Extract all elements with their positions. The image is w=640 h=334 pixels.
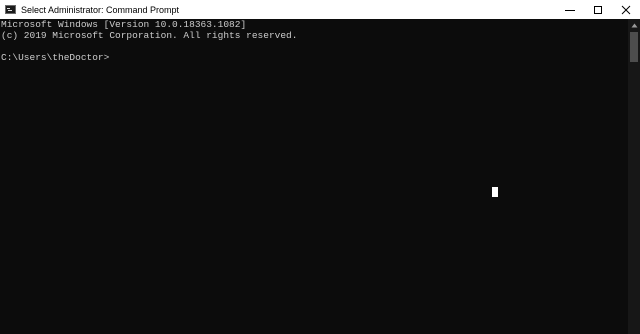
maximize-button[interactable] — [584, 0, 612, 19]
scroll-thumb[interactable] — [630, 32, 638, 62]
console-line-copyright: (c) 2019 Microsoft Corporation. All righ… — [1, 30, 298, 41]
chevron-up-icon — [631, 23, 637, 27]
minimize-icon — [565, 9, 575, 11]
prompt-path: C:\Users\theDoctor> — [1, 52, 110, 63]
maximize-icon — [594, 5, 602, 14]
scroll-up-button[interactable] — [628, 19, 640, 31]
vertical-scrollbar[interactable] — [628, 19, 640, 334]
command-prompt-window: Select Administrator: Command Prompt Mic… — [0, 0, 640, 334]
window-title: Select Administrator: Command Prompt — [21, 4, 180, 15]
console-output[interactable]: Microsoft Windows [Version 10.0.18363.10… — [0, 19, 628, 334]
text-cursor — [492, 187, 498, 197]
command-input[interactable] — [109, 52, 410, 63]
minimize-button[interactable] — [556, 0, 584, 19]
cmd-icon[interactable] — [5, 5, 16, 14]
console-line-version: Microsoft Windows [Version 10.0.18363.10… — [1, 19, 247, 30]
window-controls — [556, 0, 640, 19]
title-bar[interactable]: Select Administrator: Command Prompt — [0, 0, 640, 19]
close-button[interactable] — [612, 0, 640, 19]
prompt-line: C:\Users\theDoctor> — [1, 52, 628, 63]
close-icon — [621, 5, 631, 14]
